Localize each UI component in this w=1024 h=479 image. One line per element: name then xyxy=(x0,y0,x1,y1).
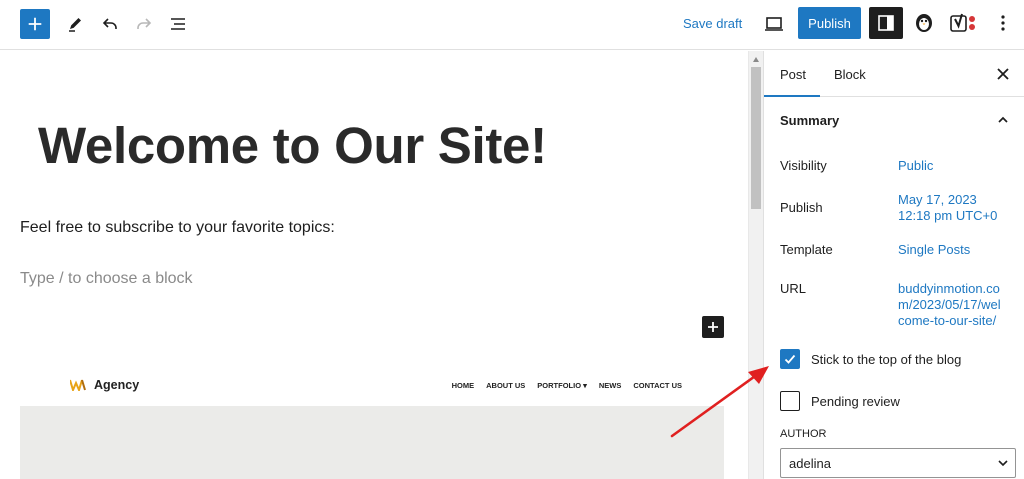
agency-logo-icon xyxy=(70,379,86,391)
pending-review-checkbox[interactable] xyxy=(780,391,800,411)
plus-icon xyxy=(28,17,42,31)
settings-sidebar: Post Block Summary Visibility Public Pub… xyxy=(763,51,1024,479)
yoast-seo-button[interactable] xyxy=(947,10,979,36)
plus-icon xyxy=(708,322,718,332)
author-select[interactable]: adelina xyxy=(780,448,1016,478)
pending-review-label[interactable]: Pending review xyxy=(811,394,900,409)
redo-icon xyxy=(137,18,152,29)
tab-post[interactable]: Post xyxy=(780,67,806,82)
active-tab-indicator xyxy=(764,95,820,97)
desktop-preview-icon xyxy=(765,17,783,31)
post-title[interactable]: Welcome to Our Site! xyxy=(38,116,547,175)
url-value[interactable]: buddyinmotion.com/2023/05/17/welcome-to-… xyxy=(898,281,1004,329)
stick-to-top-label[interactable]: Stick to the top of the blog xyxy=(811,352,961,367)
tools-button[interactable] xyxy=(62,11,88,37)
paragraph-block[interactable]: Feel free to subscribe to your favorite … xyxy=(20,219,335,237)
sidebar-tabs: Post Block xyxy=(764,51,1024,97)
publish-button[interactable]: Publish xyxy=(798,7,861,39)
block-placeholder[interactable]: Type / to choose a block xyxy=(20,270,193,288)
site-screenshot-image[interactable]: Agency HOME ABOUT US PORTFOLIO ▾ NEWS CO… xyxy=(20,359,724,479)
stick-to-top-checkbox[interactable] xyxy=(780,349,800,369)
preview-nav-item: ABOUT US xyxy=(486,381,526,390)
summary-panel-heading[interactable]: Summary xyxy=(780,113,839,128)
settings-button[interactable] xyxy=(869,7,903,39)
visibility-value[interactable]: Public xyxy=(898,158,933,174)
add-block-button[interactable] xyxy=(20,9,50,39)
canvas-scrollbar[interactable] xyxy=(748,51,763,479)
undo-button[interactable] xyxy=(97,11,123,37)
scroll-up-arrow-icon[interactable] xyxy=(753,57,759,62)
agency-name: Agency xyxy=(94,378,140,392)
preview-nav: HOME ABOUT US PORTFOLIO ▾ NEWS CONTACT U… xyxy=(452,381,682,390)
visibility-label: Visibility xyxy=(780,158,827,173)
chevron-up-icon[interactable] xyxy=(996,113,1010,127)
close-icon[interactable] xyxy=(994,65,1012,83)
undo-icon xyxy=(102,18,117,29)
options-button[interactable] xyxy=(993,10,1013,36)
preview-button[interactable] xyxy=(762,12,786,36)
chevron-down-icon xyxy=(998,460,1008,467)
preview-nav-item: HOME xyxy=(451,381,475,390)
template-value[interactable]: Single Posts xyxy=(898,242,970,258)
editor-window: Save draft Publish Welcome to Our Site! … xyxy=(0,0,1024,479)
scrollbar-thumb[interactable] xyxy=(751,67,761,209)
yoast-icon xyxy=(950,13,975,32)
publish-label: Publish xyxy=(780,200,823,215)
preview-nav-item: PORTFOLIO ▾ xyxy=(537,381,587,390)
plugin-button[interactable] xyxy=(911,10,937,36)
sidebar-toggle-icon xyxy=(878,15,894,31)
save-draft-button[interactable]: Save draft xyxy=(683,16,742,31)
preview-nav-item: NEWS xyxy=(598,381,622,390)
author-select-value: adelina xyxy=(789,456,831,471)
checkmark-icon xyxy=(784,354,796,364)
redo-button[interactable] xyxy=(131,11,157,37)
author-label: AUTHOR xyxy=(780,428,827,440)
pencil-icon xyxy=(69,18,81,32)
tab-block[interactable]: Block xyxy=(834,67,866,82)
url-label: URL xyxy=(780,281,807,296)
document-overview-button[interactable] xyxy=(165,11,191,37)
penguin-icon xyxy=(916,14,932,32)
preview-nav-item: CONTACT US xyxy=(633,381,682,390)
top-toolbar: Save draft Publish xyxy=(0,0,1024,50)
preview-hero xyxy=(20,406,724,479)
template-label: Template xyxy=(780,242,833,257)
agency-logo: Agency xyxy=(70,378,139,392)
more-vertical-icon xyxy=(1001,15,1005,31)
block-inserter-button[interactable] xyxy=(702,316,724,338)
list-view-icon xyxy=(171,18,185,30)
editor-canvas[interactable]: Welcome to Our Site! Feel free to subscr… xyxy=(0,51,748,479)
publish-date-value[interactable]: May 17, 2023 12:18 pm UTC+0 xyxy=(898,192,998,224)
